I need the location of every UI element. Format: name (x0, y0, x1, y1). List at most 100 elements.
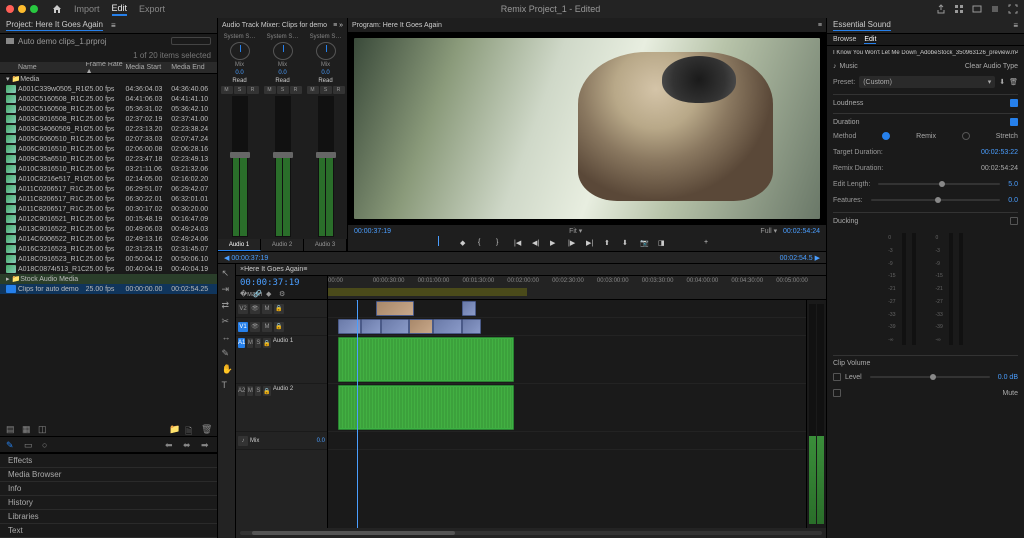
step-back-icon[interactable]: ◀| (532, 239, 542, 249)
add-marker-icon[interactable]: ◆ (460, 239, 470, 249)
rect-tool-icon[interactable]: ▭ (24, 440, 34, 450)
solo-3[interactable]: S (320, 86, 332, 94)
mixer-tab-a2[interactable]: Audio 2 (261, 239, 304, 251)
media-item[interactable]: A011C8206517_R1C…25.00 fps00:30:17.0200:… (0, 204, 217, 214)
media-item[interactable]: A016C3216523_R1C…25.00 fps02:31:23.1502:… (0, 244, 217, 254)
search-input[interactable] (171, 37, 211, 45)
video-clip[interactable] (433, 319, 462, 334)
fader-1[interactable] (232, 96, 248, 237)
media-item[interactable]: A018C0874i513_R1C…25.00 fps00:40:04.1900… (0, 264, 217, 274)
media-item[interactable]: A011C0206517_R1C…25.00 fps06:29:51.0706:… (0, 184, 217, 194)
list-view-icon[interactable]: ▤ (6, 424, 16, 434)
freeform-view-icon[interactable]: ◫ (38, 424, 48, 434)
col-name[interactable]: Name (0, 64, 86, 71)
timeline-zoom-bar[interactable] (236, 528, 826, 538)
lane-v1[interactable] (328, 318, 806, 336)
ducking-checkbox[interactable] (1010, 217, 1018, 225)
extract-icon[interactable]: ⬇ (622, 239, 632, 249)
fullscreen-icon[interactable] (1008, 4, 1018, 14)
history-tab[interactable]: History (0, 496, 217, 510)
align-center-icon[interactable]: ⬌ (183, 440, 193, 450)
col-framerate[interactable]: Frame Rate ▲ (86, 62, 126, 75)
pan-knob-3[interactable] (316, 42, 336, 60)
mute-checkbox[interactable] (833, 389, 841, 397)
mixer-tab-a3[interactable]: Audio 3 (304, 239, 347, 251)
media-list-header[interactable]: Name Frame Rate ▲ Media Start Media End (0, 62, 217, 74)
mixer-tab-a1[interactable]: Audio 1 (218, 239, 261, 251)
align-right-icon[interactable]: ➡ (201, 440, 211, 450)
effects-tab[interactable]: Effects (0, 454, 217, 468)
media-item[interactable]: A011C8206517_R1C…25.00 fps06:30:22.0106:… (0, 194, 217, 204)
folder-row[interactable]: ▾ 📁 Media (0, 74, 217, 84)
project-panel-tab[interactable]: Project: Here It Goes Again ≡ (0, 18, 217, 34)
media-item[interactable]: A001C339w0505_R1C…25.00 fps04:36:04.0304… (0, 84, 217, 94)
mute-3[interactable]: M (307, 86, 319, 94)
info-tab[interactable]: Info (0, 482, 217, 496)
new-item-icon[interactable]: 🗎 (185, 424, 195, 434)
quick-export-icon[interactable] (972, 4, 982, 14)
media-item[interactable]: A005C6060510_R1C…25.00 fps02:07:33.0302:… (0, 134, 217, 144)
export-frame-icon[interactable]: 📷 (640, 239, 650, 249)
lane-a2[interactable] (328, 384, 806, 432)
delete-icon[interactable]: 🗑 (201, 424, 211, 434)
media-item[interactable]: A013C8016522_R1C…25.00 fps00:49:06.0300:… (0, 224, 217, 234)
es-edit-tab[interactable]: Edit (864, 36, 876, 44)
video-clip[interactable] (381, 319, 410, 334)
full-dropdown[interactable]: Full (760, 228, 771, 235)
es-browse-tab[interactable]: Browse (833, 36, 856, 43)
text-tab[interactable]: Text (0, 524, 217, 538)
stock-folder-row[interactable]: ▸ 📁 Stock Audio Media (0, 274, 217, 284)
sequence-tab[interactable]: × Here It Goes Again ≡ (236, 264, 826, 276)
media-item[interactable]: A014C6006522_R1C…25.00 fps02:49:13.1602:… (0, 234, 217, 244)
razor-tool-icon[interactable]: ✂ (222, 316, 232, 326)
goto-in-icon[interactable]: |◀ (514, 239, 524, 249)
col-media-end[interactable]: Media End (171, 64, 217, 71)
preset-delete-icon[interactable]: 🗑 (1009, 78, 1018, 86)
media-item[interactable]: A010C3816510_R1C…25.00 fps03:21:11.0603:… (0, 164, 217, 174)
rec-1[interactable]: R (247, 86, 259, 94)
workspaces-icon[interactable] (954, 4, 964, 14)
features-slider[interactable] (871, 199, 1001, 201)
loudness-checkbox[interactable] (1010, 99, 1018, 107)
program-tc-left[interactable]: 00:00:37:19 (354, 228, 391, 235)
video-clip[interactable] (462, 301, 476, 316)
new-bin-icon[interactable]: 📁 (169, 424, 179, 434)
media-browser-tab[interactable]: Media Browser (0, 468, 217, 482)
remix-radio[interactable] (882, 132, 890, 140)
lift-icon[interactable]: ⬆ (604, 239, 614, 249)
audio-clip[interactable] (338, 385, 515, 430)
import-tab[interactable]: Import (74, 4, 100, 14)
mark-in-icon[interactable]: { (478, 239, 488, 249)
home-icon[interactable] (52, 4, 62, 14)
duration-checkbox[interactable] (1010, 118, 1018, 126)
stretch-radio[interactable] (962, 132, 970, 140)
ripple-tool-icon[interactable]: ⇄ (222, 300, 232, 310)
video-clip[interactable] (361, 319, 380, 334)
solo-2[interactable]: S (277, 86, 289, 94)
fader-2[interactable] (275, 96, 291, 237)
settings-icon[interactable] (990, 4, 1000, 14)
timeline-playhead[interactable] (357, 300, 358, 528)
goto-out-icon[interactable]: ▶| (586, 239, 596, 249)
pen-tool-icon[interactable]: ✎ (6, 440, 16, 450)
track-head-a1[interactable]: A1MS🔒Audio 1 (236, 336, 327, 384)
program-tab[interactable]: Program: Here It Goes Again≡ (348, 18, 826, 32)
lane-v2[interactable] (328, 300, 806, 318)
close-window-button[interactable] (6, 5, 14, 13)
timeline-ruler[interactable]: 00:0000:00:30:0000:01:00:0000:01:30:0000… (328, 276, 826, 299)
share-icon[interactable] (936, 4, 946, 14)
track-select-tool-icon[interactable]: ⇥ (222, 284, 232, 294)
button-editor-icon[interactable]: + (704, 239, 714, 249)
maximize-window-button[interactable] (30, 5, 38, 13)
hand-tool-icon[interactable]: ✋ (222, 364, 232, 374)
fader-3[interactable] (318, 96, 334, 237)
preset-save-icon[interactable]: ⬇ (999, 78, 1005, 86)
sequence-row[interactable]: Clips for auto demo 25.00 fps 00:00:00.0… (0, 284, 217, 294)
lane-a1[interactable] (328, 336, 806, 384)
media-item[interactable]: A012C8016521_R1C…25.00 fps00:15:48.1900:… (0, 214, 217, 224)
media-item[interactable]: A003C8016508_R1C…25.00 fps02:37:02.1902:… (0, 114, 217, 124)
lane-mix[interactable] (328, 432, 806, 450)
type-tool-icon[interactable]: T (222, 380, 232, 390)
media-item[interactable]: A003C34060509_R1C…25.00 fps02:23:13.2002… (0, 124, 217, 134)
ellipse-tool-icon[interactable]: ○ (42, 440, 52, 450)
